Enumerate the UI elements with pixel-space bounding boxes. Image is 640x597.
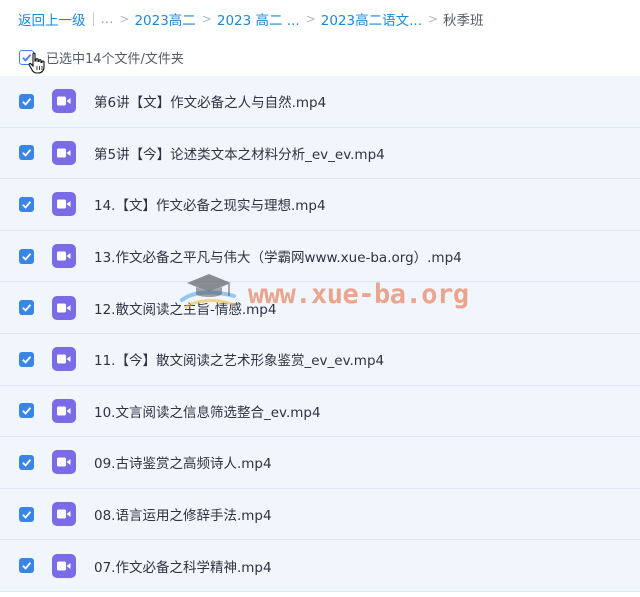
check-icon (22, 149, 32, 158)
chevron-right-icon: > (305, 12, 316, 26)
check-icon (22, 355, 32, 364)
file-name[interactable]: 07.作文必备之科学精神.mp4 (94, 556, 272, 576)
chevron-right-icon: > (119, 12, 130, 26)
row-checkbox[interactable] (19, 300, 34, 316)
row-checkbox[interactable] (19, 93, 34, 109)
video-file-icon (52, 89, 76, 114)
breadcrumb-item[interactable]: 2023高二 (134, 9, 195, 29)
row-checkbox[interactable] (19, 196, 34, 212)
file-row[interactable]: 第6讲【文】作文必备之人与自然.mp4 (0, 76, 640, 128)
file-list: 第6讲【文】作文必备之人与自然.mp4 第5讲【今】论述类文本之材料分析_ev_… (0, 76, 640, 592)
file-name[interactable]: 11.【今】散文阅读之艺术形象鉴赏_ev_ev.mp4 (94, 349, 384, 369)
video-file-icon (52, 244, 76, 269)
file-row[interactable]: 第5讲【今】论述类文本之材料分析_ev_ev.mp4 (0, 127, 640, 180)
row-checkbox[interactable] (19, 145, 34, 161)
file-name[interactable]: 12.散文阅读之主旨-情感.mp4 (94, 298, 276, 318)
check-icon (22, 304, 32, 312)
check-icon (22, 407, 32, 416)
check-icon (22, 252, 32, 261)
row-checkbox[interactable] (19, 558, 34, 574)
breadcrumb-item[interactable]: 2023高二语文... (321, 9, 422, 29)
file-row[interactable]: 10.文言阅读之信息筛选整合_ev.mp4 (0, 385, 640, 438)
file-name[interactable]: 10.文言阅读之信息筛选整合_ev.mp4 (94, 401, 321, 421)
row-checkbox[interactable] (19, 403, 34, 419)
breadcrumb-ellipsis[interactable]: ... (101, 11, 114, 27)
chevron-right-icon: > (427, 12, 439, 26)
video-file-icon (52, 347, 76, 372)
check-icon (22, 97, 32, 106)
video-file-icon (52, 140, 76, 165)
back-link[interactable]: 返回上一级 (18, 9, 86, 29)
file-row[interactable]: 07.作文必备之科学精神.mp4 (0, 540, 640, 592)
video-file-icon (52, 450, 76, 475)
check-icon (22, 459, 32, 467)
file-name[interactable]: 13.作文必备之平凡与伟大（学霸网www.xue-ba.org）.mp4 (94, 246, 462, 266)
file-row[interactable]: 12.散文阅读之主旨-情感.mp4 (0, 282, 640, 334)
file-name[interactable]: 第6讲【文】作文必备之人与自然.mp4 (94, 91, 326, 111)
selection-bar: 已选中14个文件/文件夹 (0, 40, 640, 74)
file-row[interactable]: 08.语言运用之修辞手法.mp4 (0, 488, 640, 541)
chevron-right-icon: > (201, 12, 212, 26)
check-icon (22, 201, 32, 209)
video-file-icon (52, 192, 76, 217)
breadcrumb: 返回上一级 ... > 2023高二 > 2023 高二 ... > 2023高… (0, 0, 640, 38)
file-row[interactable]: 13.作文必备之平凡与伟大（学霸网www.xue-ba.org）.mp4 (0, 230, 640, 283)
video-file-icon (52, 502, 76, 527)
file-row[interactable]: 09.古诗鉴赏之高频诗人.mp4 (0, 437, 640, 489)
video-file-icon (52, 398, 76, 423)
row-checkbox[interactable] (19, 454, 34, 470)
row-checkbox[interactable] (19, 506, 34, 522)
hand-cursor-icon (28, 52, 45, 74)
video-file-icon (52, 553, 76, 578)
file-name[interactable]: 08.语言运用之修辞手法.mp4 (94, 504, 272, 524)
selection-count: 已选中14个文件/文件夹 (46, 51, 184, 67)
file-name[interactable]: 09.古诗鉴赏之高频诗人.mp4 (94, 452, 272, 472)
breadcrumb-current: 秋季班 (443, 13, 484, 29)
file-name[interactable]: 第5讲【今】论述类文本之材料分析_ev_ev.mp4 (94, 143, 385, 163)
check-icon (22, 510, 32, 519)
row-checkbox[interactable] (19, 351, 34, 367)
breadcrumb-item[interactable]: 2023 高二 ... (217, 9, 300, 29)
row-checkbox[interactable] (19, 248, 34, 264)
video-file-icon (52, 295, 76, 320)
file-row[interactable]: 14.【文】作文必备之现实与理想.mp4 (0, 179, 640, 231)
file-row[interactable]: 11.【今】散文阅读之艺术形象鉴赏_ev_ev.mp4 (0, 333, 640, 386)
check-icon (22, 562, 32, 570)
breadcrumb-divider (92, 12, 94, 26)
file-name[interactable]: 14.【文】作文必备之现实与理想.mp4 (94, 194, 326, 214)
